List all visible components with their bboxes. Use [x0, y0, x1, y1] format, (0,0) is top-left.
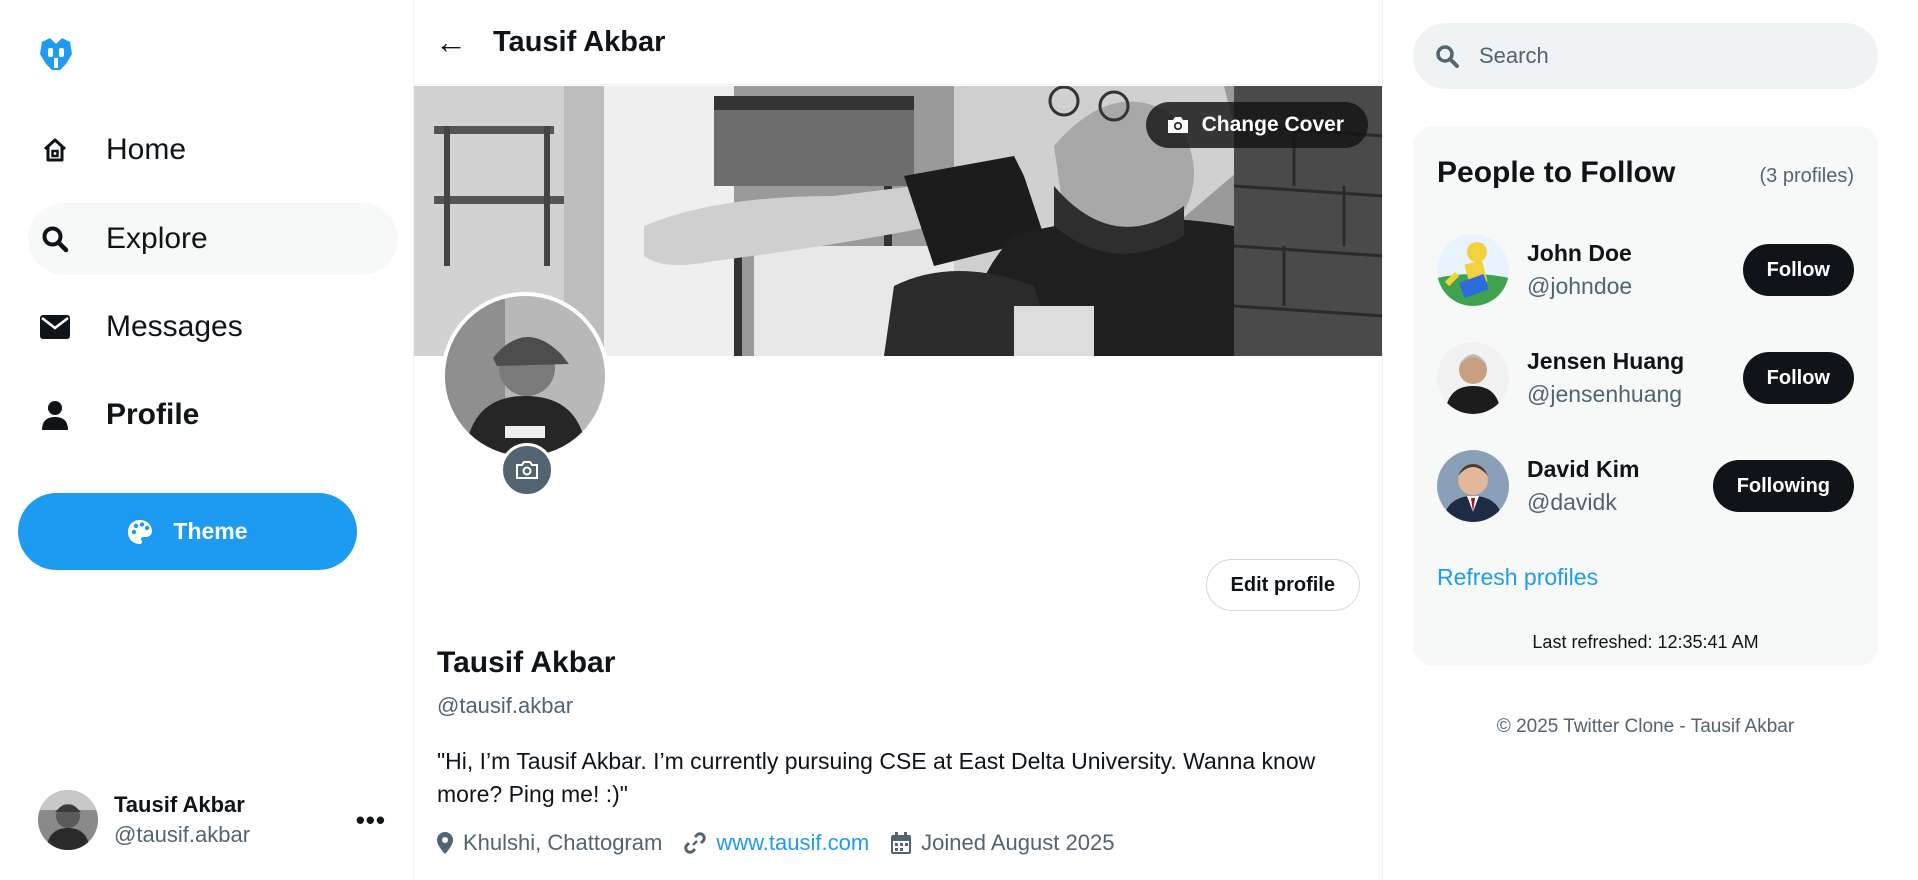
profile-website[interactable]: www.tausif.com — [684, 830, 869, 856]
profile-header: ← Tausif Akbar — [414, 0, 1382, 85]
change-avatar-camera-icon[interactable] — [500, 443, 554, 497]
search-icon — [1435, 44, 1459, 68]
edit-profile-button[interactable]: Edit profile — [1205, 559, 1360, 611]
profile-joined: Joined August 2025 — [891, 830, 1114, 856]
list-item[interactable]: Jensen Huang @jensenhuang Follow — [1437, 340, 1854, 416]
nav-profile-label: Profile — [106, 398, 200, 431]
left-sidebar: Home Explore Messages Profile Theme Taus… — [0, 0, 413, 880]
person-name: David Kim — [1527, 456, 1640, 482]
avatar — [1437, 342, 1509, 414]
main-column: ← Tausif Akbar Change Cover Edit profile… — [413, 0, 1383, 880]
search-input[interactable] — [1479, 43, 1859, 69]
nav-profile[interactable]: Profile — [28, 379, 398, 451]
list-item[interactable]: John Doe @johndoe Follow — [1437, 232, 1854, 308]
footer-text: © 2025 Twitter Clone - Tausif Akbar — [1496, 716, 1795, 737]
user-icon — [38, 398, 72, 432]
account-name: Tausif Akbar — [114, 792, 245, 817]
account-text: Tausif Akbar @tausif.akbar — [114, 792, 356, 848]
link-icon — [684, 832, 707, 854]
account-switcher[interactable]: Tausif Akbar @tausif.akbar ••• — [38, 790, 390, 850]
list-item[interactable]: David Kim @davidk Following — [1437, 448, 1854, 524]
profile-name: Tausif Akbar — [437, 646, 616, 679]
account-handle: @tausif.akbar — [114, 822, 251, 847]
following-button[interactable]: Following — [1712, 460, 1854, 512]
person-handle: @jensenhuang — [1527, 381, 1683, 407]
envelope-icon — [38, 310, 72, 344]
camera-icon — [1166, 115, 1190, 135]
page-title: Tausif Akbar — [493, 25, 666, 58]
person-text: Jensen Huang @jensenhuang — [1527, 348, 1743, 408]
change-cover-label: Change Cover — [1201, 113, 1344, 136]
person-handle: @davidk — [1527, 489, 1617, 515]
profile-location: Khulshi, Chattogram — [437, 830, 662, 856]
location-text: Khulshi, Chattogram — [463, 830, 663, 855]
more-options-icon[interactable]: ••• — [356, 805, 386, 836]
follow-button[interactable]: Follow — [1742, 244, 1854, 296]
profile-picture — [441, 292, 609, 460]
nav-messages-label: Messages — [106, 310, 243, 343]
joined-text: Joined August 2025 — [921, 830, 1115, 855]
last-refreshed-text: Last refreshed: 12:35:41 AM — [1532, 632, 1759, 652]
person-text: David Kim @davidk — [1527, 456, 1713, 516]
refresh-profiles-link[interactable]: Refresh profiles — [1437, 564, 1598, 591]
avatar — [1437, 234, 1509, 306]
change-cover-button[interactable]: Change Cover — [1145, 102, 1368, 148]
panel-title: People to Follow — [1437, 156, 1676, 189]
search-bar[interactable] — [1413, 23, 1878, 89]
palette-icon — [127, 519, 153, 545]
person-text: John Doe @johndoe — [1527, 240, 1743, 300]
nav-explore-label: Explore — [106, 222, 208, 255]
theme-button[interactable]: Theme — [18, 493, 357, 570]
avatar — [1437, 450, 1509, 522]
back-arrow-icon[interactable]: ← — [435, 24, 467, 61]
profile-handle: @tausif.akbar — [437, 693, 574, 718]
map-pin-icon — [437, 832, 453, 854]
person-name: John Doe — [1527, 240, 1632, 266]
person-handle: @johndoe — [1527, 273, 1633, 299]
robot-bird-logo-icon[interactable] — [36, 34, 76, 74]
nav-explore[interactable]: Explore — [28, 203, 398, 275]
search-icon — [38, 222, 72, 256]
profile-bio: "Hi, I’m Tausif Akbar. I’m currently pur… — [437, 748, 1316, 807]
follow-button[interactable]: Follow — [1742, 352, 1854, 404]
nav-home[interactable]: Home — [28, 114, 398, 186]
people-to-follow-panel: People to Follow (3 profiles) John Doe @… — [1413, 126, 1878, 666]
theme-label: Theme — [173, 518, 248, 544]
nav-messages[interactable]: Messages — [28, 291, 398, 363]
avatar — [38, 790, 98, 850]
profile-count: (3 profiles) — [1759, 165, 1854, 187]
right-sidebar: People to Follow (3 profiles) John Doe @… — [1383, 0, 1918, 880]
person-name: Jensen Huang — [1527, 348, 1685, 374]
website-link[interactable]: www.tausif.com — [716, 830, 869, 856]
home-icon — [38, 133, 72, 167]
nav-home-label: Home — [106, 133, 187, 166]
calendar-icon — [891, 832, 912, 854]
profile-meta: Khulshi, Chattogram www.tausif.com Joine… — [437, 830, 1136, 856]
panel-header: People to Follow (3 profiles) — [1437, 156, 1854, 190]
